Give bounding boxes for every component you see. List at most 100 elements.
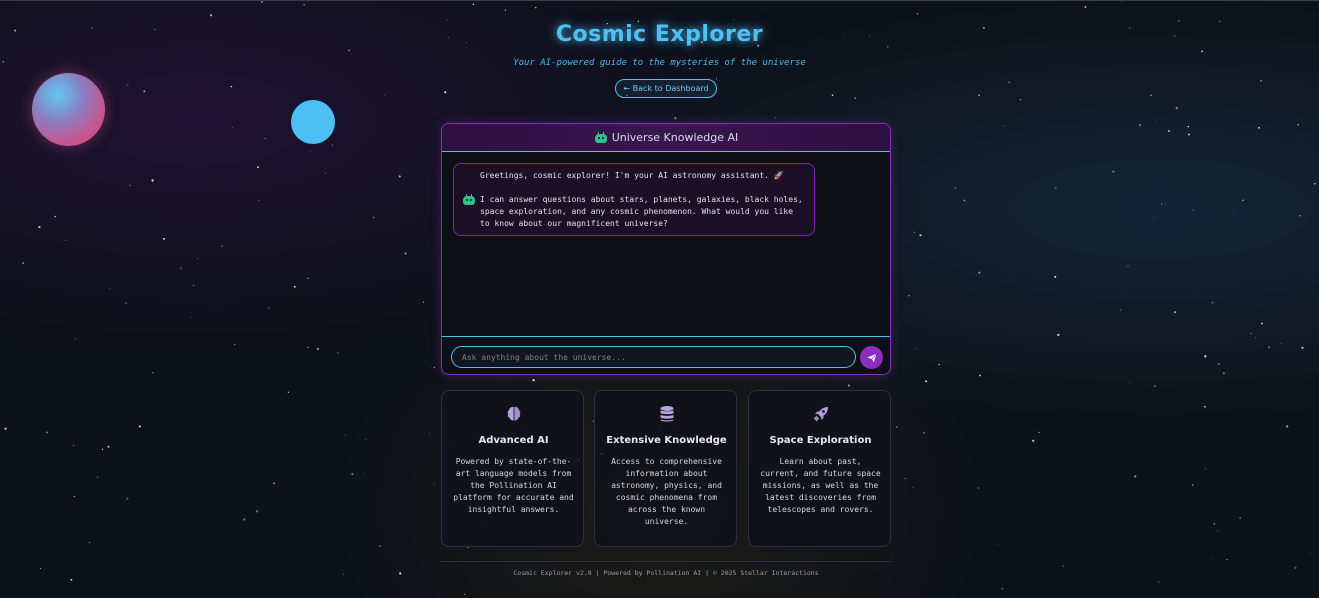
star bbox=[1250, 332, 1252, 334]
ai-message-text: Greetings, cosmic explorer! I'm your AI … bbox=[480, 170, 805, 230]
planet-decoration-blue bbox=[291, 100, 335, 144]
star bbox=[231, 126, 233, 128]
star bbox=[73, 444, 74, 446]
send-button[interactable] bbox=[860, 346, 883, 369]
star bbox=[716, 78, 717, 80]
star bbox=[1222, 372, 1225, 375]
star bbox=[126, 497, 129, 500]
star bbox=[303, 4, 305, 6]
star bbox=[307, 346, 309, 349]
ai-message-line-1: Greetings, cosmic explorer! I'm your AI … bbox=[480, 171, 784, 180]
star bbox=[179, 267, 182, 270]
back-to-dashboard-button[interactable]: ← Back to Dashboard bbox=[615, 79, 717, 98]
star bbox=[310, 151, 312, 152]
star bbox=[1201, 50, 1203, 53]
star bbox=[733, 19, 735, 21]
footer-divider bbox=[441, 561, 891, 562]
star bbox=[433, 366, 436, 369]
star bbox=[1192, 484, 1194, 486]
star bbox=[268, 307, 270, 309]
rocket-icon bbox=[813, 407, 828, 422]
star bbox=[904, 478, 906, 479]
star bbox=[977, 487, 980, 489]
star bbox=[954, 187, 957, 189]
star bbox=[978, 271, 981, 274]
star bbox=[316, 347, 320, 351]
star bbox=[1054, 275, 1057, 278]
star bbox=[1280, 343, 1282, 344]
star bbox=[1134, 475, 1137, 478]
star bbox=[125, 302, 127, 304]
star bbox=[324, 172, 326, 174]
star bbox=[1309, 552, 1311, 554]
star bbox=[1239, 517, 1242, 519]
star bbox=[1112, 170, 1115, 173]
star bbox=[1175, 107, 1178, 110]
star bbox=[1218, 363, 1220, 365]
star bbox=[74, 338, 76, 340]
star bbox=[1119, 309, 1122, 311]
star bbox=[1138, 123, 1142, 127]
star bbox=[1038, 431, 1040, 433]
star bbox=[1314, 182, 1316, 185]
star bbox=[196, 257, 198, 260]
star bbox=[435, 207, 436, 209]
star bbox=[287, 391, 290, 393]
star bbox=[89, 542, 91, 543]
star bbox=[1192, 209, 1195, 211]
star bbox=[472, 3, 475, 6]
star bbox=[916, 348, 918, 350]
star bbox=[423, 301, 425, 303]
star bbox=[1032, 439, 1035, 442]
star bbox=[428, 433, 430, 434]
star bbox=[96, 476, 99, 478]
star bbox=[404, 252, 407, 255]
feature-description: Access to comprehensive information abou… bbox=[611, 457, 722, 526]
paper-plane-icon bbox=[867, 352, 877, 362]
star bbox=[243, 518, 246, 521]
star bbox=[1205, 468, 1207, 470]
star bbox=[336, 352, 339, 354]
star bbox=[1297, 123, 1299, 126]
star bbox=[984, 199, 985, 201]
star bbox=[1216, 530, 1219, 532]
star bbox=[1211, 556, 1213, 558]
star bbox=[1188, 133, 1190, 136]
star bbox=[1153, 217, 1155, 219]
star bbox=[379, 545, 381, 547]
star bbox=[65, 240, 67, 241]
robot-icon bbox=[594, 132, 608, 143]
star bbox=[399, 572, 402, 575]
star bbox=[847, 384, 851, 387]
star bbox=[1258, 126, 1260, 129]
star bbox=[435, 249, 436, 250]
star bbox=[365, 439, 367, 440]
star bbox=[255, 510, 259, 513]
feature-card-space-exploration: Space Exploration Learn about past, curr… bbox=[748, 390, 891, 547]
database-icon bbox=[660, 406, 673, 422]
star bbox=[532, 379, 535, 382]
chat-input[interactable] bbox=[451, 346, 856, 368]
star bbox=[689, 67, 691, 70]
star bbox=[351, 472, 354, 476]
star bbox=[1260, 80, 1262, 82]
star bbox=[674, 117, 677, 120]
feature-title: Advanced AI bbox=[478, 435, 549, 446]
star bbox=[264, 138, 266, 140]
feature-description: Powered by state-of-the-art language mod… bbox=[453, 457, 574, 514]
star bbox=[433, 483, 435, 485]
star bbox=[919, 234, 922, 237]
star bbox=[54, 215, 56, 218]
star bbox=[1158, 581, 1160, 583]
star bbox=[342, 573, 344, 575]
star bbox=[307, 277, 309, 279]
page-footer: Cosmic Explorer v2.0 | Powered by Pollin… bbox=[513, 569, 819, 577]
star bbox=[534, 6, 537, 9]
star bbox=[1301, 346, 1304, 349]
star bbox=[1213, 522, 1216, 525]
star bbox=[230, 85, 233, 88]
star bbox=[39, 567, 41, 569]
star bbox=[138, 425, 141, 428]
star bbox=[774, 116, 777, 119]
star bbox=[831, 94, 834, 96]
